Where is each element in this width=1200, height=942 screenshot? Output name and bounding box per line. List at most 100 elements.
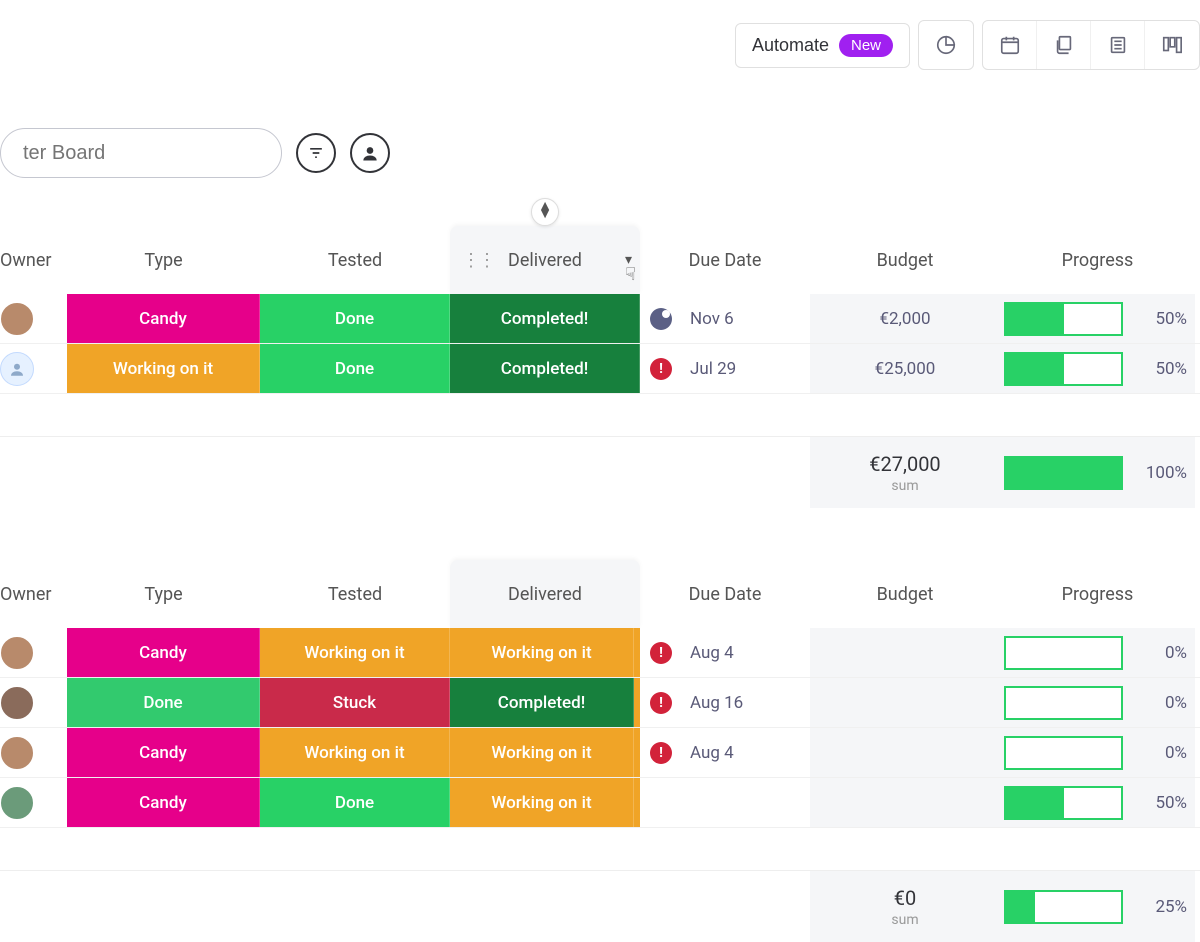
automate-button[interactable]: Automate New [735, 23, 910, 68]
tested-cell[interactable]: Working on it [260, 628, 450, 677]
view-icon-group-2 [982, 20, 1200, 70]
progress-bar [1004, 302, 1123, 336]
budget-cell[interactable] [810, 628, 1000, 677]
col-tested[interactable]: Tested [260, 560, 450, 628]
avatar [0, 686, 34, 720]
list-icon[interactable] [1091, 21, 1145, 69]
progress-cell[interactable]: 50% [1000, 778, 1195, 827]
table-row: Candy Done Working on it 50% [0, 778, 1200, 828]
col-budget[interactable]: Budget [810, 560, 1000, 628]
avatar [0, 786, 34, 820]
warning-icon: ! [650, 358, 672, 380]
progress-bar [1004, 686, 1123, 720]
filter-row [0, 128, 390, 178]
type-cell[interactable]: Candy [67, 628, 260, 677]
delivered-cell[interactable]: Completed! [450, 344, 640, 393]
col-tested[interactable]: Tested [260, 226, 450, 294]
pie-chart-icon[interactable] [919, 21, 973, 69]
col-owner[interactable]: Owner [0, 560, 67, 628]
type-cell[interactable]: Candy [67, 728, 260, 777]
calendar-icon[interactable] [983, 21, 1037, 69]
board-group-1: Owner Type Tested ▲▼ ⋮⋮ Delivered ▾ ☟ Du… [0, 226, 1200, 508]
delivered-cell[interactable]: Working on it [450, 628, 640, 677]
col-type[interactable]: Type [67, 226, 260, 294]
new-badge: New [839, 34, 893, 57]
warning-icon: ! [650, 742, 672, 764]
avatar [0, 736, 34, 770]
progress-sum-cell: 100% [1000, 437, 1195, 508]
progress-bar [1004, 736, 1123, 770]
budget-sum-cell: €27,000 sum [810, 437, 1000, 508]
tested-cell[interactable]: Done [260, 778, 450, 827]
budget-sum-cell: €0 sum [810, 871, 1000, 942]
tested-cell[interactable]: Stuck [260, 678, 450, 727]
sort-carets-icon[interactable]: ▲▼ [538, 202, 552, 218]
files-icon[interactable] [1037, 21, 1091, 69]
budget-cell[interactable] [810, 778, 1000, 827]
delivered-cell[interactable]: Working on it [450, 778, 640, 827]
col-due-date[interactable]: Due Date [640, 226, 810, 294]
budget-cell[interactable] [810, 678, 1000, 727]
type-cell[interactable]: Working on it [67, 344, 260, 393]
due-date-cell[interactable]: Nov 6 [640, 294, 810, 343]
drag-handle-icon[interactable]: ⋮⋮ [462, 250, 494, 271]
filter-board-input[interactable] [0, 128, 282, 178]
budget-cell[interactable] [810, 728, 1000, 777]
type-cell[interactable]: Candy [67, 778, 260, 827]
due-date-cell[interactable]: ! Jul 29 [640, 344, 810, 393]
board-group-2: Owner Type Tested Delivered Due Date Bud… [0, 560, 1200, 942]
warning-icon: ! [650, 692, 672, 714]
col-progress[interactable]: Progress [1000, 226, 1195, 294]
person-filter-icon[interactable] [350, 133, 390, 173]
due-date-cell[interactable]: ! Aug 16 [640, 678, 810, 727]
budget-cell[interactable]: €2,000 [810, 294, 1000, 343]
progress-bar [1004, 352, 1123, 386]
col-budget[interactable]: Budget [810, 226, 1000, 294]
avatar [0, 636, 34, 670]
type-cell[interactable]: Candy [67, 294, 260, 343]
due-date-cell[interactable]: ! Aug 4 [640, 628, 810, 677]
col-due-date[interactable]: Due Date [640, 560, 810, 628]
due-date-cell[interactable] [640, 778, 810, 827]
col-type[interactable]: Type [67, 560, 260, 628]
avatar [0, 302, 34, 336]
progress-cell[interactable]: 0% [1000, 628, 1195, 677]
col-progress[interactable]: Progress [1000, 560, 1195, 628]
tested-cell[interactable]: Done [260, 294, 450, 343]
header-row: Owner Type Tested ▲▼ ⋮⋮ Delivered ▾ ☟ Du… [0, 226, 1200, 294]
column-menu-icon[interactable]: ▾ [625, 252, 632, 268]
delivered-cell[interactable]: Completed! [450, 294, 640, 343]
avatar-empty [0, 352, 34, 386]
col-delivered[interactable]: Delivered [450, 560, 640, 628]
owner-cell[interactable] [0, 728, 67, 777]
due-date-cell[interactable]: ! Aug 4 [640, 728, 810, 777]
progress-cell[interactable]: 0% [1000, 728, 1195, 777]
table-row: Candy Working on it Working on it ! Aug … [0, 728, 1200, 778]
progress-bar [1004, 456, 1123, 490]
delivered-cell[interactable]: Working on it [450, 728, 640, 777]
progress-cell[interactable]: 50% [1000, 344, 1195, 393]
progress-bar [1004, 786, 1123, 820]
owner-cell[interactable] [0, 628, 67, 677]
tested-cell[interactable]: Done [260, 344, 450, 393]
tested-cell[interactable]: Working on it [260, 728, 450, 777]
col-delivered[interactable]: ▲▼ ⋮⋮ Delivered ▾ ☟ [450, 226, 640, 294]
progress-sum-cell: 25% [1000, 871, 1195, 942]
owner-cell[interactable] [0, 678, 67, 727]
progress-bar [1004, 890, 1123, 924]
filter-icon[interactable] [296, 133, 336, 173]
type-cell[interactable]: Done [67, 678, 260, 727]
col-owner[interactable]: Owner [0, 226, 67, 294]
progress-bar [1004, 636, 1123, 670]
kanban-icon[interactable] [1145, 21, 1199, 69]
summary-row: €0 sum 25% [0, 870, 1200, 942]
table-row: Done Stuck Completed! ! Aug 16 0% [0, 678, 1200, 728]
delivered-cell[interactable]: Completed! [450, 678, 640, 727]
owner-cell[interactable] [0, 344, 67, 393]
header-row: Owner Type Tested Delivered Due Date Bud… [0, 560, 1200, 628]
owner-cell[interactable] [0, 778, 67, 827]
progress-cell[interactable]: 0% [1000, 678, 1195, 727]
progress-cell[interactable]: 50% [1000, 294, 1195, 343]
budget-cell[interactable]: €25,000 [810, 344, 1000, 393]
owner-cell[interactable] [0, 294, 67, 343]
